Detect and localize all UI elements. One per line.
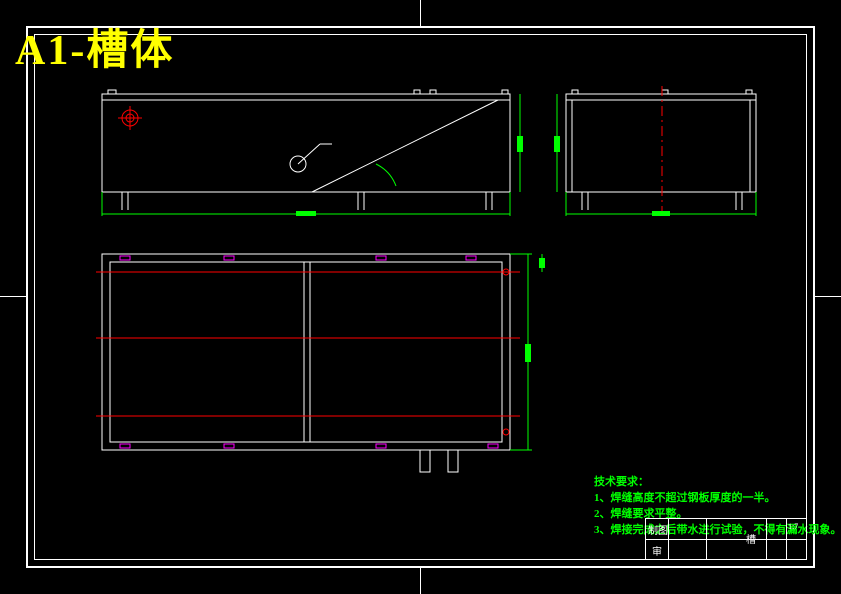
title-block: 制图 审 槽 1:7 bbox=[645, 518, 807, 560]
top-plan-view bbox=[96, 248, 586, 488]
tb-col bbox=[706, 519, 707, 559]
diagonal-brace bbox=[312, 100, 498, 192]
dim-value-box bbox=[652, 211, 670, 216]
tick-left bbox=[0, 296, 26, 297]
lug bbox=[502, 90, 508, 94]
tb-ratio: 1:7 bbox=[788, 522, 798, 531]
slot-mark bbox=[376, 256, 386, 260]
hole-mark bbox=[503, 429, 509, 435]
slot-mark bbox=[488, 444, 498, 448]
slot-mark bbox=[376, 444, 386, 448]
tick-bottom bbox=[420, 568, 421, 594]
slot-mark bbox=[224, 444, 234, 448]
slot-mark bbox=[224, 256, 234, 260]
tech-item: 1、焊缝高度不超过钢板厚度的一半。 bbox=[594, 490, 841, 506]
dim-value-box bbox=[539, 258, 545, 268]
tick-right bbox=[815, 296, 841, 297]
tb-label: 制图 bbox=[648, 522, 668, 537]
drawing-title: A1-槽体 bbox=[15, 16, 174, 77]
lug bbox=[430, 90, 436, 94]
lug bbox=[108, 90, 116, 94]
drain-stub bbox=[448, 450, 458, 472]
tb-row bbox=[646, 539, 806, 540]
tb-part: 槽 bbox=[746, 531, 756, 546]
dim-value-box bbox=[525, 344, 531, 362]
dim-value-box bbox=[517, 136, 523, 152]
lug bbox=[662, 90, 668, 94]
slot-mark bbox=[466, 256, 476, 260]
lug bbox=[746, 90, 752, 94]
dim-value-box bbox=[296, 211, 316, 216]
tick-top bbox=[420, 0, 421, 26]
slot-mark bbox=[120, 256, 130, 260]
tb-col bbox=[786, 519, 787, 559]
tb-col bbox=[766, 519, 767, 559]
side-elevation-view bbox=[552, 86, 792, 216]
tech-header: 技术要求： bbox=[594, 474, 841, 490]
front-elevation-view bbox=[96, 86, 536, 216]
tank-side bbox=[566, 94, 756, 192]
tb-label: 审 bbox=[652, 543, 662, 558]
drawing-page: A1-槽体 bbox=[0, 0, 841, 594]
slot-mark bbox=[120, 444, 130, 448]
tank-body bbox=[102, 94, 510, 192]
drain-stub bbox=[420, 450, 430, 472]
lug bbox=[414, 90, 420, 94]
lug bbox=[572, 90, 578, 94]
tb-col bbox=[668, 519, 669, 559]
angle-dim-arc bbox=[376, 164, 396, 186]
plan-inner bbox=[110, 262, 502, 442]
leader bbox=[298, 144, 320, 164]
plan-outer bbox=[102, 254, 510, 450]
